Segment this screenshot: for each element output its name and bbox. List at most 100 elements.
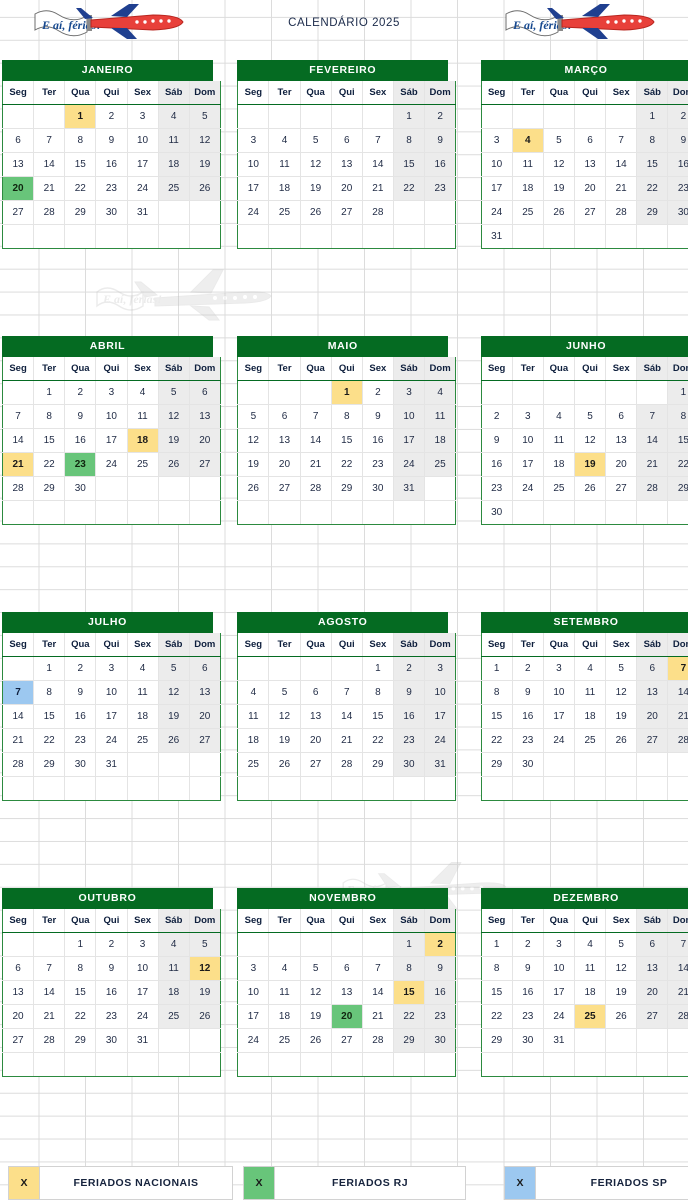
day-cell[interactable]: 1: [330, 380, 363, 405]
day-cell[interactable]: 27: [605, 476, 638, 501]
day-cell[interactable]: 5: [188, 932, 221, 957]
day-cell[interactable]: 23: [424, 176, 457, 201]
day-cell[interactable]: 2: [511, 656, 544, 681]
day-cell[interactable]: 7: [667, 656, 688, 681]
day-cell[interactable]: 18: [237, 728, 270, 753]
day-cell[interactable]: 26: [188, 1004, 221, 1029]
day-cell[interactable]: 1: [392, 104, 426, 129]
day-cell[interactable]: 3: [542, 932, 575, 957]
day-cell[interactable]: 14: [299, 428, 332, 453]
day-cell[interactable]: 22: [64, 176, 97, 201]
day-cell[interactable]: 1: [64, 104, 97, 129]
day-cell[interactable]: 15: [480, 704, 513, 729]
day-cell[interactable]: 13: [299, 704, 332, 729]
day-cell[interactable]: 1: [361, 656, 394, 681]
day-cell[interactable]: 1: [33, 656, 66, 681]
day-cell[interactable]: 18: [157, 152, 190, 177]
day-cell[interactable]: 28: [1, 476, 35, 501]
day-cell[interactable]: 19: [188, 152, 221, 177]
day-cell[interactable]: 16: [424, 980, 457, 1005]
day-cell[interactable]: 12: [237, 428, 270, 453]
day-cell[interactable]: 15: [330, 428, 363, 453]
day-cell[interactable]: 4: [511, 128, 544, 153]
day-cell[interactable]: 16: [361, 428, 394, 453]
day-cell[interactable]: 21: [1, 452, 35, 477]
day-cell[interactable]: 10: [126, 128, 159, 153]
day-cell[interactable]: 14: [361, 152, 394, 177]
day-cell[interactable]: 5: [299, 128, 332, 153]
day-cell[interactable]: 7: [299, 404, 332, 429]
day-cell[interactable]: 16: [480, 452, 513, 477]
day-cell[interactable]: 21: [605, 176, 638, 201]
day-cell[interactable]: 27: [188, 452, 221, 477]
day-cell[interactable]: 9: [424, 956, 457, 981]
day-cell[interactable]: 13: [636, 680, 669, 705]
day-cell[interactable]: 26: [188, 176, 221, 201]
day-cell[interactable]: 6: [330, 956, 363, 981]
day-cell[interactable]: 8: [392, 128, 426, 153]
day-cell[interactable]: 24: [392, 452, 426, 477]
day-cell[interactable]: 21: [33, 176, 66, 201]
day-cell[interactable]: 12: [188, 128, 221, 153]
day-cell[interactable]: 13: [1, 980, 35, 1005]
day-cell[interactable]: 11: [126, 680, 159, 705]
day-cell[interactable]: 5: [188, 104, 221, 129]
day-cell[interactable]: 20: [605, 452, 638, 477]
day-cell[interactable]: 29: [330, 476, 363, 501]
day-cell[interactable]: 23: [424, 1004, 457, 1029]
day-cell[interactable]: 23: [392, 728, 426, 753]
day-cell[interactable]: 17: [95, 428, 128, 453]
day-cell[interactable]: 15: [361, 704, 394, 729]
day-cell[interactable]: 30: [95, 200, 128, 225]
day-cell[interactable]: 11: [268, 152, 301, 177]
day-cell[interactable]: 22: [33, 728, 66, 753]
day-cell[interactable]: 30: [667, 200, 688, 225]
day-cell[interactable]: 9: [511, 956, 544, 981]
day-cell[interactable]: 7: [330, 680, 363, 705]
day-cell[interactable]: 20: [573, 176, 607, 201]
day-cell[interactable]: 6: [188, 380, 221, 405]
day-cell[interactable]: 8: [330, 404, 363, 429]
day-cell[interactable]: 21: [667, 980, 688, 1005]
day-cell[interactable]: 8: [33, 680, 66, 705]
day-cell[interactable]: 6: [268, 404, 301, 429]
day-cell[interactable]: 1: [480, 656, 513, 681]
day-cell[interactable]: 17: [480, 176, 513, 201]
day-cell[interactable]: 12: [299, 152, 332, 177]
day-cell[interactable]: 13: [188, 680, 221, 705]
day-cell[interactable]: 23: [95, 176, 128, 201]
day-cell[interactable]: 25: [573, 1004, 607, 1029]
day-cell[interactable]: 2: [64, 656, 97, 681]
day-cell[interactable]: 7: [636, 404, 669, 429]
day-cell[interactable]: 1: [667, 380, 688, 405]
day-cell[interactable]: 24: [480, 200, 513, 225]
day-cell[interactable]: 5: [573, 404, 607, 429]
day-cell[interactable]: 1: [33, 380, 66, 405]
day-cell[interactable]: 16: [511, 704, 544, 729]
day-cell[interactable]: 12: [268, 704, 301, 729]
day-cell[interactable]: 7: [605, 128, 638, 153]
day-cell[interactable]: 18: [157, 980, 190, 1005]
day-cell[interactable]: 5: [268, 680, 301, 705]
day-cell[interactable]: 16: [667, 152, 688, 177]
day-cell[interactable]: 26: [573, 476, 607, 501]
day-cell[interactable]: 7: [667, 932, 688, 957]
day-cell[interactable]: 26: [605, 728, 638, 753]
day-cell[interactable]: 15: [667, 428, 688, 453]
day-cell[interactable]: 14: [667, 680, 688, 705]
day-cell[interactable]: 9: [95, 128, 128, 153]
day-cell[interactable]: 24: [126, 176, 159, 201]
day-cell[interactable]: 14: [33, 152, 66, 177]
day-cell[interactable]: 6: [1, 128, 35, 153]
day-cell[interactable]: 16: [95, 980, 128, 1005]
day-cell[interactable]: 10: [237, 152, 270, 177]
day-cell[interactable]: 21: [361, 176, 394, 201]
day-cell[interactable]: 4: [424, 380, 457, 405]
day-cell[interactable]: 4: [573, 932, 607, 957]
day-cell[interactable]: 2: [392, 656, 426, 681]
day-cell[interactable]: 17: [95, 704, 128, 729]
day-cell[interactable]: 5: [299, 956, 332, 981]
day-cell[interactable]: 14: [605, 152, 638, 177]
day-cell[interactable]: 2: [64, 380, 97, 405]
day-cell[interactable]: 14: [330, 704, 363, 729]
